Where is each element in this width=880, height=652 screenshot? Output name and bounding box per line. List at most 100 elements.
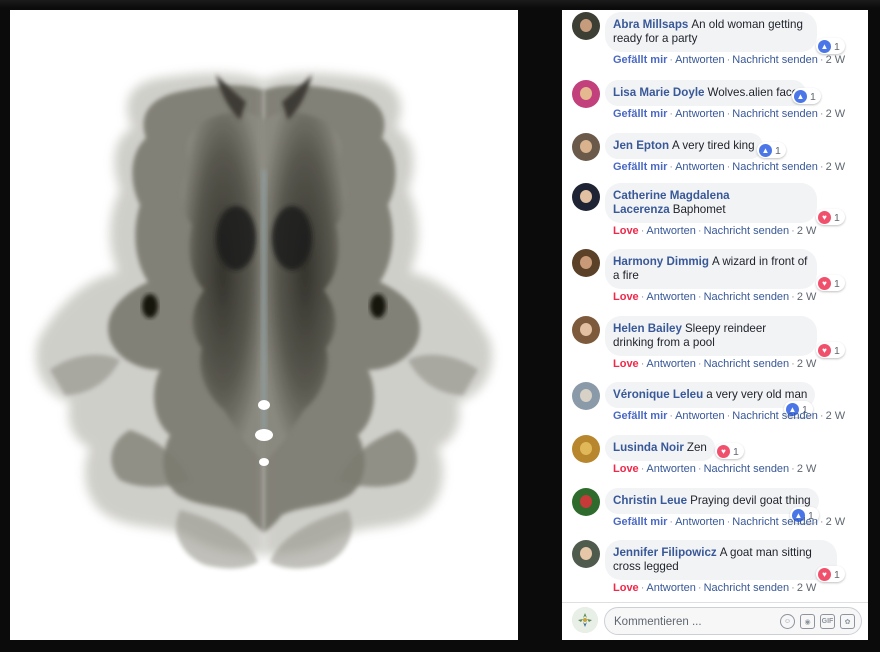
love-button[interactable]: Love [613, 463, 639, 475]
comment-timestamp[interactable]: 2 W [826, 516, 846, 528]
comment-timestamp[interactable]: 2 W [826, 108, 846, 120]
send-message-button[interactable]: Nachricht senden [704, 358, 790, 370]
commenter-avatar[interactable] [572, 183, 600, 211]
action-separator: · [819, 516, 824, 528]
comment-text: Praying devil goat thing [690, 494, 811, 507]
commenter-avatar[interactable] [572, 316, 600, 344]
comment-author[interactable]: Lusinda Noir [613, 441, 684, 454]
send-message-button[interactable]: Nachricht senden [704, 582, 790, 594]
action-separator: · [669, 516, 674, 528]
reply-button[interactable]: Antworten [675, 108, 725, 120]
reaction-count-badge[interactable]: ♥ 1 [816, 342, 845, 358]
commenter-avatar[interactable] [572, 80, 600, 108]
comment-actions: Gefällt mir · Antworten · Nachricht senden · 2… [613, 54, 845, 66]
action-separator: · [640, 225, 645, 237]
like-button[interactable]: Gefällt mir [613, 410, 667, 422]
reaction-count-badge[interactable]: ▲ 1 [757, 142, 786, 158]
reply-button[interactable]: Antworten [646, 463, 696, 475]
reply-button[interactable]: Antworten [646, 582, 696, 594]
comment-item: Harmony Dimmig A wizard in front of a fir… [572, 249, 862, 309]
commenter-avatar[interactable] [572, 249, 600, 277]
love-button[interactable]: Love [613, 582, 639, 594]
comment-author[interactable]: Véronique Leleu [613, 388, 703, 401]
reply-button[interactable]: Antworten [675, 410, 725, 422]
comment-author[interactable]: Jen Epton [613, 139, 669, 152]
comment-composer: ☺ ◉ GIF ✿ [562, 602, 868, 640]
comment-author[interactable]: Jennifer Filipowicz [613, 546, 717, 559]
like-button[interactable]: Gefällt mir [613, 54, 667, 66]
comment-author[interactable]: Abra Millsaps [613, 18, 688, 31]
like-button[interactable]: Gefällt mir [613, 516, 667, 528]
comment-bubble: Jen Epton A very tired king [605, 133, 763, 159]
love-reaction-icon: ♥ [818, 568, 831, 581]
send-message-button[interactable]: Nachricht senden [732, 516, 818, 528]
comment-timestamp[interactable]: 2 W [797, 225, 817, 237]
reaction-count-badge[interactable]: ♥ 1 [816, 209, 845, 225]
comment-actions: Love · Antworten · Nachricht senden · 2 W [613, 225, 816, 237]
love-button[interactable]: Love [613, 225, 639, 237]
comment-timestamp[interactable]: 2 W [797, 358, 817, 370]
commenter-avatar[interactable] [572, 382, 600, 410]
love-button[interactable]: Love [613, 291, 639, 303]
reaction-count: 1 [834, 568, 840, 581]
comment-timestamp[interactable]: 2 W [797, 291, 817, 303]
reply-button[interactable]: Antworten [675, 516, 725, 528]
reply-button[interactable]: Antworten [675, 54, 725, 66]
send-message-button[interactable]: Nachricht senden [732, 108, 818, 120]
gif-icon[interactable]: GIF [820, 614, 835, 629]
comment-actions: Gefällt mir · Antworten · Nachricht senden · 2… [613, 516, 845, 528]
comment-author[interactable]: Christin Leue [613, 494, 687, 507]
action-separator: · [791, 225, 795, 237]
send-message-button[interactable]: Nachricht senden [704, 291, 790, 303]
reaction-count-badge[interactable]: ♥ 1 [816, 566, 845, 582]
comment-author[interactable]: Harmony Dimmig [613, 255, 709, 268]
send-message-button[interactable]: Nachricht senden [732, 410, 818, 422]
comment-author[interactable]: Helen Bailey [613, 322, 682, 335]
reply-button[interactable]: Antworten [646, 358, 696, 370]
send-message-button[interactable]: Nachricht senden [732, 54, 818, 66]
like-button[interactable]: Gefällt mir [613, 161, 667, 173]
comment-item: Lisa Marie Doyle Wolves.alien face ▲ 1 Gefäl… [572, 80, 862, 128]
love-button[interactable]: Love [613, 358, 639, 370]
action-separator: · [697, 291, 702, 303]
action-separator: · [640, 463, 645, 475]
reaction-count: 1 [834, 344, 840, 357]
comment-timestamp[interactable]: 2 W [826, 54, 846, 66]
reply-button[interactable]: Antworten [646, 291, 696, 303]
comment-text: Baphomet [672, 203, 726, 216]
commenter-avatar[interactable] [572, 133, 600, 161]
comment-item: Abra Millsaps An old woman getting ready … [572, 12, 862, 72]
commenter-avatar[interactable] [572, 12, 600, 40]
reaction-count-badge[interactable]: ♥ 1 [715, 443, 744, 459]
emoji-icon[interactable]: ☺ [780, 614, 795, 629]
send-message-button[interactable]: Nachricht senden [732, 161, 818, 173]
post-photo[interactable] [10, 10, 518, 640]
comment-actions: Gefällt mir · Antworten · Nachricht senden · 2… [613, 410, 845, 422]
comment-actions: Love · Antworten · Nachricht senden · 2 W [613, 582, 816, 594]
reaction-count-badge[interactable]: ▲ 1 [792, 88, 821, 104]
camera-icon[interactable]: ◉ [800, 614, 815, 629]
reply-button[interactable]: Antworten [675, 161, 725, 173]
comment-timestamp[interactable]: 2 W [826, 410, 846, 422]
comment-text: a very very old man [706, 388, 808, 401]
comment-timestamp[interactable]: 2 W [797, 582, 817, 594]
reply-button[interactable]: Antworten [646, 225, 696, 237]
like-button[interactable]: Gefällt mir [613, 108, 667, 120]
send-message-button[interactable]: Nachricht senden [704, 463, 790, 475]
commenter-avatar[interactable] [572, 435, 600, 463]
commenter-avatar[interactable] [572, 488, 600, 516]
comment-timestamp[interactable]: 2 W [797, 463, 817, 475]
sticker-icon[interactable]: ✿ [840, 614, 855, 629]
commenter-avatar[interactable] [572, 540, 600, 568]
send-message-button[interactable]: Nachricht senden [704, 225, 790, 237]
comment-timestamp[interactable]: 2 W [826, 161, 846, 173]
reaction-count-badge[interactable]: ▲ 1 [816, 38, 845, 54]
love-reaction-icon: ♥ [818, 277, 831, 290]
current-user-avatar [572, 607, 598, 633]
comment-actions: Love · Antworten · Nachricht senden · 2 W [613, 463, 816, 475]
action-separator: · [697, 358, 702, 370]
comment-author[interactable]: Lisa Marie Doyle [613, 86, 705, 99]
comment-input[interactable] [614, 614, 764, 629]
reaction-count-badge[interactable]: ♥ 1 [816, 275, 845, 291]
reaction-count: 1 [834, 40, 840, 53]
